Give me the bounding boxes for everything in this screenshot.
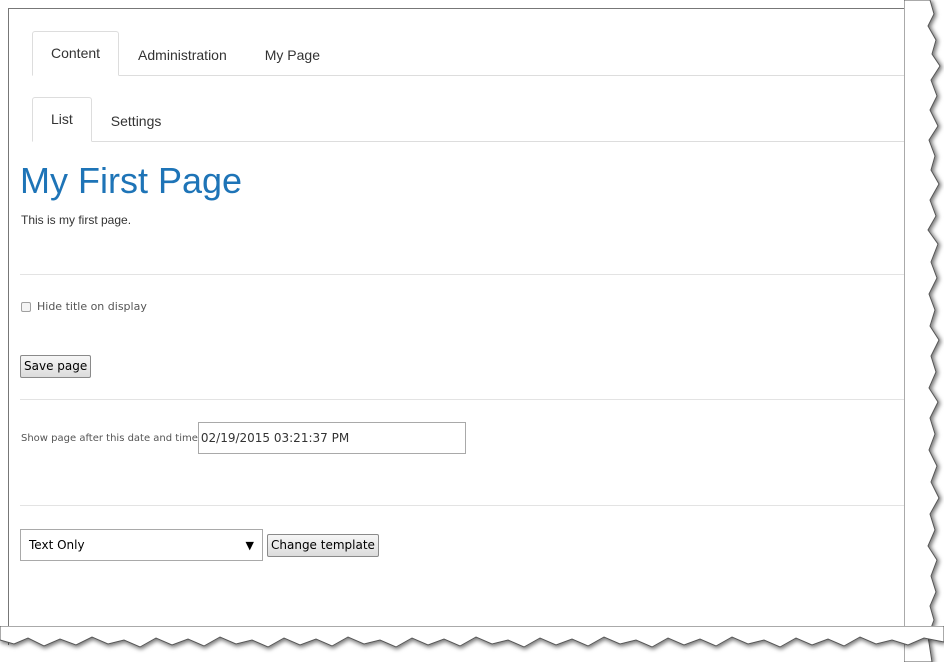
divider [20, 399, 910, 400]
tab-list[interactable]: List [32, 97, 92, 142]
divider [20, 505, 910, 506]
page-title: My First Page [20, 160, 243, 201]
schedule-datetime-input[interactable]: 02/19/2015 03:21:37 PM [197, 422, 466, 454]
tab-label: Settings [110, 113, 162, 129]
schedule-row: Show page after this date and time 02/19… [21, 422, 466, 454]
divider [20, 274, 910, 275]
torn-edge-right [904, 0, 941, 662]
tab-my-page[interactable]: My Page [246, 33, 339, 76]
secondary-tabs: List Settings [32, 97, 910, 142]
schedule-label: Show page after this date and time [21, 432, 198, 444]
save-page-button[interactable]: Save page [20, 355, 92, 378]
tab-settings[interactable]: Settings [92, 99, 181, 142]
change-template-button[interactable]: Change template [267, 533, 379, 557]
primary-tabs: Content Administration My Page [32, 31, 910, 76]
tab-label: Administration [138, 47, 227, 63]
hide-title-label: Hide title on display [37, 300, 147, 313]
template-select[interactable]: Text Only ▼ [20, 529, 263, 561]
torn-edge-bottom [0, 626, 944, 648]
template-row: Text Only ▼ Change template [20, 529, 379, 561]
tab-content[interactable]: Content [32, 31, 120, 76]
page-body-text: This is my first page. [21, 213, 132, 227]
tab-label: My Page [264, 47, 320, 63]
tab-administration[interactable]: Administration [119, 33, 246, 76]
template-selected-value: Text Only [29, 538, 85, 552]
hide-title-checkbox[interactable] [21, 301, 31, 312]
tab-label: Content [51, 45, 101, 61]
tab-label: List [51, 111, 73, 127]
hide-title-option[interactable]: Hide title on display [21, 300, 147, 313]
dropdown-arrow-icon: ▼ [245, 538, 254, 552]
